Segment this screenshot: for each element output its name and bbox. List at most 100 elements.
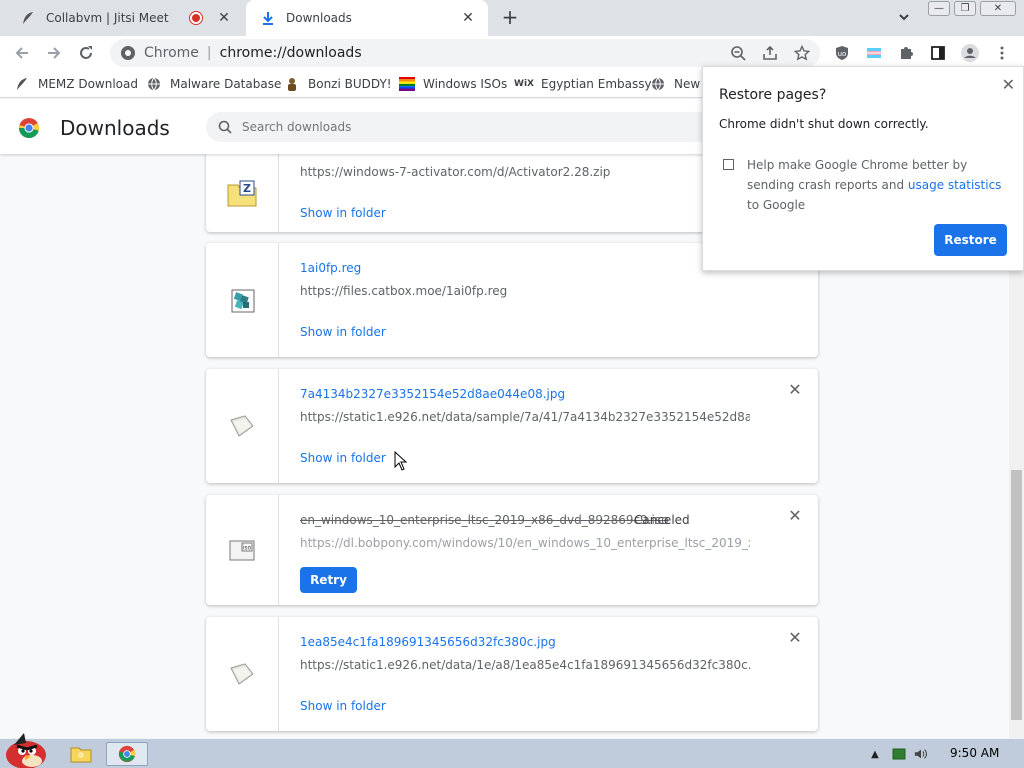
crash-report-checkbox[interactable] [723, 159, 734, 170]
bookmark-windows-isos[interactable]: Windows ISOs [399, 76, 507, 92]
image-file-icon [206, 369, 279, 483]
download-url: https://static1.e926.net/data/1e/a8/1ea8… [300, 658, 750, 672]
download-filename: en_windows_10_enterprise_ltsc_2019_x86_d… [300, 513, 669, 527]
menu-kebab-icon[interactable] [993, 44, 1011, 62]
bookmark-label: Windows ISOs [423, 77, 508, 91]
explorer-icon[interactable] [60, 742, 102, 766]
bookmark-bonzi-buddy[interactable]: Bonzi BUDDY! [284, 76, 392, 92]
bookmark-label: Malware Database [170, 77, 282, 91]
download-item: 7a4134b2327e3352154e52d8ae044e08.jpg htt… [206, 369, 818, 483]
scrollbar-thumb[interactable] [1011, 470, 1022, 720]
zip-folder-icon: Z [206, 154, 279, 232]
remove-download-close-icon[interactable]: ✕ [788, 508, 802, 524]
new-tab-button[interactable]: + [500, 7, 520, 28]
bookmark-star-icon[interactable] [793, 44, 811, 62]
crash-report-text-end: to Google [747, 198, 806, 212]
search-input[interactable] [242, 120, 682, 134]
download-url: https://windows-7-activator.com/d/Activa… [300, 165, 611, 179]
extension-flag-icon[interactable] [865, 44, 883, 62]
taskbar-clock[interactable]: 9:50 AM [950, 746, 999, 760]
restore-button[interactable]: Restore [934, 224, 1007, 256]
share-icon[interactable] [761, 44, 779, 62]
windows-taskbar: ▲ 9:50 AM [0, 733, 1024, 768]
bonzi-icon [284, 76, 300, 92]
ublock-origin-icon[interactable]: uo [833, 44, 851, 62]
image-file-icon [206, 617, 279, 731]
crash-report-label: Help make Google Chrome better by sendin… [747, 155, 1007, 215]
download-item: iso en_windows_10_enterprise_ltsc_2019_x… [206, 495, 818, 605]
address-bar[interactable]: Chrome | chrome://downloads [110, 39, 820, 67]
bookmark-memz-download[interactable]: MEMZ Download [14, 76, 138, 92]
reload-icon[interactable] [76, 43, 96, 63]
show-in-folder-link[interactable]: Show in folder [300, 206, 386, 220]
globe-icon [146, 76, 162, 92]
chrome-taskbar-button[interactable] [106, 742, 148, 766]
tab-collabvm[interactable]: Collabvm | Jitsi Meet ✕ [8, 0, 244, 36]
chrome-logo-icon [18, 117, 40, 142]
bookmark-new[interactable]: New [650, 76, 700, 92]
tab-downloads[interactable]: Downloads ✕ [246, 0, 488, 36]
omnibox-origin: Chrome [144, 45, 199, 61]
tab-search-chevron-icon[interactable] [897, 10, 913, 26]
show-in-folder-link[interactable]: Show in folder [300, 699, 386, 713]
svg-text:iso: iso [243, 545, 252, 552]
forward-arrow-icon[interactable] [44, 43, 64, 63]
tab-label: Downloads [286, 11, 352, 25]
feather-icon [20, 10, 36, 26]
download-url: https://static1.e926.net/data/sample/7a/… [300, 410, 750, 424]
restore-window-button[interactable]: ❐ [954, 1, 976, 16]
bookmark-egyptian-embassy[interactable]: WiX Egyptian Embassy [514, 76, 652, 92]
download-filename-link[interactable]: 1ai0fp.reg [300, 261, 361, 275]
zoom-out-icon[interactable] [729, 44, 747, 62]
mouse-cursor-icon [394, 450, 408, 474]
side-panel-icon[interactable] [929, 44, 947, 62]
angry-bird-start-icon[interactable] [0, 731, 52, 768]
page-title: Downloads [60, 116, 170, 140]
remove-download-close-icon[interactable]: ✕ [788, 382, 802, 398]
show-in-folder-link[interactable]: Show in folder [300, 325, 386, 339]
registry-icon [206, 243, 279, 357]
bookmark-label: Egyptian Embassy [541, 77, 652, 91]
retry-button[interactable]: Retry [300, 567, 357, 593]
download-url: https://dl.bobpony.com/windows/10/en_win… [300, 536, 750, 550]
omnibox-url: chrome://downloads [219, 45, 362, 61]
toolbar: Chrome | chrome://downloads uo [0, 36, 1024, 70]
tab-close-icon[interactable]: ✕ [216, 10, 232, 26]
extensions-puzzle-icon[interactable] [897, 44, 915, 62]
remove-download-close-icon[interactable]: ✕ [788, 630, 802, 646]
download-icon [260, 10, 276, 26]
network-icon[interactable] [892, 747, 906, 761]
volume-icon[interactable] [914, 747, 928, 761]
download-item: 1ea85e4c1fa189691345656d32fc380c.jpg htt… [206, 617, 818, 731]
bookmark-label: New [674, 77, 701, 91]
show-in-folder-link[interactable]: Show in folder [300, 451, 386, 465]
show-hidden-icons-icon[interactable]: ▲ [868, 747, 882, 761]
back-arrow-icon[interactable] [12, 43, 32, 63]
recording-indicator-icon [190, 12, 202, 24]
usage-statistics-link[interactable]: usage statistics [908, 178, 1002, 192]
wix-icon: WiX [514, 79, 534, 89]
minimize-button[interactable]: — [928, 1, 950, 16]
dialog-close-icon[interactable]: ✕ [1002, 75, 1015, 94]
dialog-message: Chrome didn't shut down correctly. [719, 117, 929, 131]
profile-avatar-icon[interactable] [961, 44, 979, 62]
dialog-title: Restore pages? [719, 87, 827, 103]
bookmark-label: Bonzi BUDDY! [308, 77, 392, 91]
tab-close-icon[interactable]: ✕ [460, 10, 476, 26]
chrome-logo-icon [120, 45, 136, 61]
search-icon [218, 120, 232, 134]
download-url: https://files.catbox.moe/1ai0fp.reg [300, 284, 508, 298]
download-filename-link[interactable]: 1ea85e4c1fa189691345656d32fc380c.jpg [300, 635, 556, 649]
iso-file-icon: iso [206, 495, 279, 605]
omnibox-separator: | [206, 45, 212, 61]
download-filename-link[interactable]: 7a4134b2327e3352154e52d8ae044e08.jpg [300, 387, 565, 401]
download-status: Canceled [634, 513, 690, 527]
close-window-button[interactable]: ✕ [980, 1, 1016, 16]
feather-icon [14, 76, 30, 92]
tab-strip: Collabvm | Jitsi Meet ✕ Downloads ✕ + — … [0, 0, 1024, 36]
search-downloads-box[interactable] [206, 112, 726, 142]
svg-text:uo: uo [838, 50, 847, 58]
restore-pages-dialog: Restore pages? ✕ Chrome didn't shut down… [702, 66, 1024, 271]
bookmark-malware-database[interactable]: Malware Database [146, 76, 281, 92]
windows-flag-icon [399, 76, 415, 92]
